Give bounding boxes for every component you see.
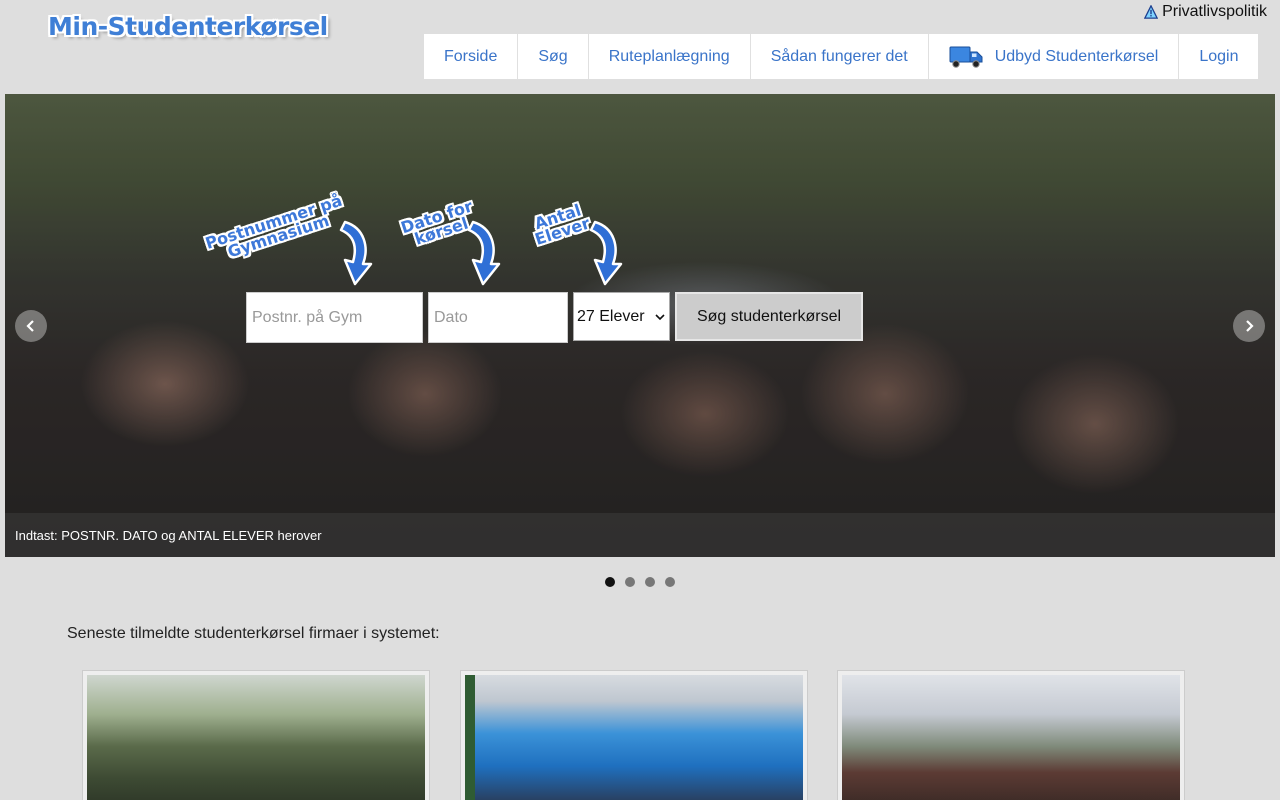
carousel-caption: Indtast: POSTNR. DATO og ANTAL ELEVER he…: [5, 513, 1275, 557]
privacy-policy-link[interactable]: Privatlivspolitik: [1144, 3, 1267, 21]
fire-truck-photo: [842, 675, 1180, 800]
nav-label: Udbyd Studenterkørsel: [994, 47, 1159, 65]
search-form: 27 Elever Søg studenterkørsel: [246, 292, 863, 343]
nav-label: Ruteplanlægning: [608, 47, 730, 65]
carousel-dot-4[interactable]: [665, 577, 675, 587]
carousel-prev-button[interactable]: [15, 310, 47, 342]
header: Min-Studenterkørsel Privatlivspolitik Fo…: [0, 0, 1280, 89]
privacy-policy-label: Privatlivspolitik: [1162, 3, 1267, 20]
nav-item-login[interactable]: Login: [1179, 34, 1258, 79]
students-select[interactable]: 27 Elever: [573, 292, 670, 341]
nav-item-sadan-fungerer-det[interactable]: Sådan fungerer det: [751, 34, 929, 79]
nav-item-udbyd-studenterkorsel[interactable]: Udbyd Studenterkørsel: [929, 34, 1180, 79]
main-nav: Forside Søg Ruteplanlægning Sådan funger…: [424, 34, 1259, 79]
students-select-value: 27 Elever: [577, 307, 645, 325]
blue-truck-photo: [465, 675, 803, 800]
carousel-caption-text: Indtast: POSTNR. DATO og ANTAL ELEVER he…: [15, 527, 322, 543]
chevron-right-icon: [1246, 320, 1254, 332]
truck-icon: [949, 46, 983, 68]
warning-icon: [1144, 5, 1159, 19]
carousel-indicators: [605, 577, 675, 587]
carousel-dot-1[interactable]: [605, 577, 615, 587]
carousel-dot-2[interactable]: [625, 577, 635, 587]
company-card[interactable]: [82, 670, 430, 800]
chevron-down-icon: [655, 313, 665, 320]
company-card[interactable]: [460, 670, 808, 800]
curved-arrow-icon: [589, 220, 623, 286]
carousel-next-button[interactable]: [1233, 310, 1265, 342]
date-input[interactable]: [428, 292, 568, 343]
postnr-input[interactable]: [246, 292, 423, 343]
nav-item-sog[interactable]: Søg: [518, 34, 589, 79]
chevron-left-icon: [26, 320, 34, 332]
nav-item-forside[interactable]: Forside: [424, 34, 519, 79]
curved-arrow-icon: [339, 220, 373, 286]
company-card[interactable]: [837, 670, 1185, 800]
latest-companies-title: Seneste tilmeldte studenterkørsel firmae…: [67, 625, 440, 642]
military-truck-photo: [87, 675, 425, 800]
hero-carousel: Postnummer på Gymnasium Dato for kørsel An…: [5, 94, 1275, 557]
site-logo[interactable]: Min-Studenterkørsel: [48, 12, 328, 41]
nav-label: Forside: [444, 47, 498, 65]
nav-label: Login: [1199, 47, 1239, 65]
curved-arrow-icon: [467, 220, 501, 286]
nav-label: Søg: [538, 47, 568, 65]
nav-item-ruteplanlaegning[interactable]: Ruteplanlægning: [589, 34, 751, 79]
carousel-dot-3[interactable]: [645, 577, 655, 587]
nav-label: Sådan fungerer det: [770, 47, 908, 65]
search-button[interactable]: Søg studenterkørsel: [675, 292, 863, 341]
